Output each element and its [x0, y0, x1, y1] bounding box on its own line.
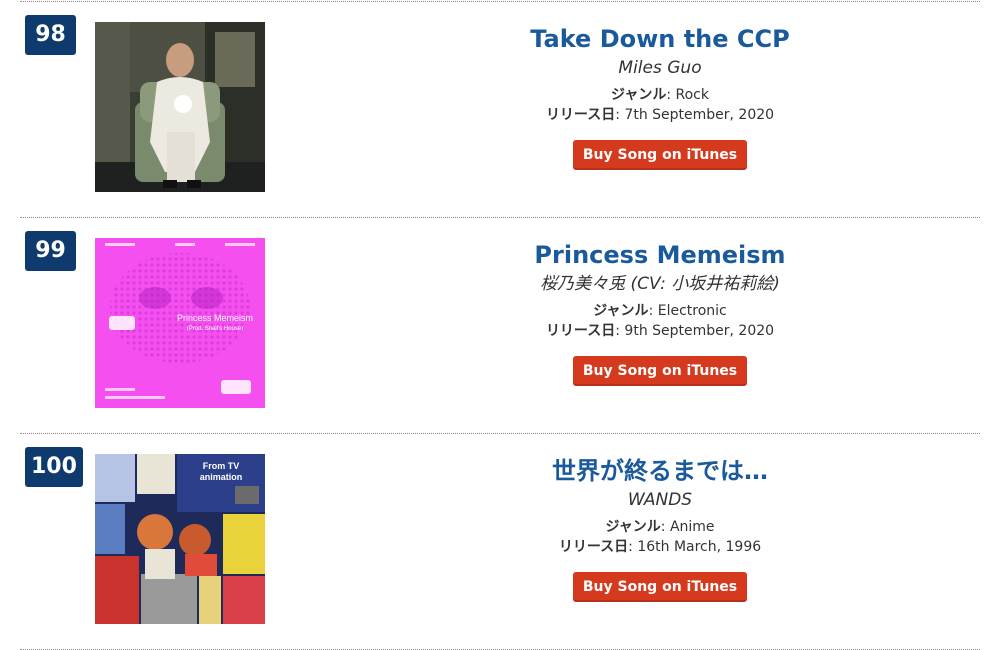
ranking-entry: 98 Take Down the CCP Miles Guo ジャンル: Roc… [0, 2, 1004, 218]
buy-on-itunes-button[interactable]: Buy Song on iTunes [572, 356, 748, 386]
rank-badge: 100 [25, 447, 83, 487]
release-line: リリース日: 16th March, 1996 [558, 539, 762, 555]
svg-text:animation: animation [200, 472, 243, 482]
genre-label: ジャンル [605, 519, 661, 535]
release-label: リリース日 [545, 107, 616, 123]
ranking-entry: 99 Princess Memeism (Prod. Snail's House… [0, 218, 1004, 434]
genre-value: Electronic [657, 303, 727, 319]
album-cover[interactable] [95, 22, 265, 192]
ranking-entry: 100 From TV animation 世界が終るまでは… WANDS ジャ… [0, 434, 1004, 650]
artist-name: WANDS [627, 490, 693, 510]
genre-label: ジャンル [593, 303, 649, 319]
song-title[interactable]: Princess Memeism [360, 238, 960, 272]
rank-badge: 98 [25, 15, 76, 55]
svg-text:(Prod. Snail's House): (Prod. Snail's House) [187, 326, 244, 332]
genre-line: ジャンル: Rock [611, 87, 709, 103]
rank-badge: 99 [25, 231, 76, 271]
genre-value: Rock [675, 87, 709, 103]
album-cover[interactable]: From TV animation [95, 454, 265, 624]
song-info: 世界が終るまでは… WANDS ジャンル: Anime リリース日: 16th … [360, 454, 960, 602]
svg-text:Princess Memeism: Princess Memeism [177, 313, 253, 323]
artist-name: 桜乃美々兎 (CV: 小坂井祐莉絵) [540, 274, 780, 294]
buy-on-itunes-button[interactable]: Buy Song on iTunes [572, 572, 748, 602]
album-cover-image [95, 22, 265, 192]
release-value: 9th September, 2020 [624, 323, 775, 339]
genre-line: ジャンル: Electronic [593, 303, 727, 319]
album-cover-image: Princess Memeism (Prod. Snail's House) [95, 238, 265, 408]
artist-name: Miles Guo [618, 58, 702, 78]
song-title[interactable]: Take Down the CCP [360, 22, 960, 56]
buy-on-itunes-button[interactable]: Buy Song on iTunes [572, 140, 748, 170]
genre-value: Anime [669, 519, 715, 535]
song-title[interactable]: 世界が終るまでは… [360, 454, 960, 488]
release-value: 16th March, 1996 [637, 539, 762, 555]
release-label: リリース日 [545, 323, 616, 339]
genre-line: ジャンル: Anime [605, 519, 715, 535]
release-value: 7th September, 2020 [624, 107, 775, 123]
release-label: リリース日 [558, 539, 629, 555]
release-line: リリース日: 7th September, 2020 [545, 107, 775, 123]
song-info: Take Down the CCP Miles Guo ジャンル: Rock リ… [360, 22, 960, 170]
album-cover-image: From TV animation [95, 454, 265, 624]
release-line: リリース日: 9th September, 2020 [545, 323, 775, 339]
song-info: Princess Memeism 桜乃美々兎 (CV: 小坂井祐莉絵) ジャンル… [360, 238, 960, 386]
genre-label: ジャンル [611, 87, 667, 103]
song-ranking-list: 98 Take Down the CCP Miles Guo ジャンル: Roc… [0, 0, 1004, 650]
album-cover[interactable]: Princess Memeism (Prod. Snail's House) [95, 238, 265, 408]
svg-text:From TV: From TV [203, 461, 240, 471]
